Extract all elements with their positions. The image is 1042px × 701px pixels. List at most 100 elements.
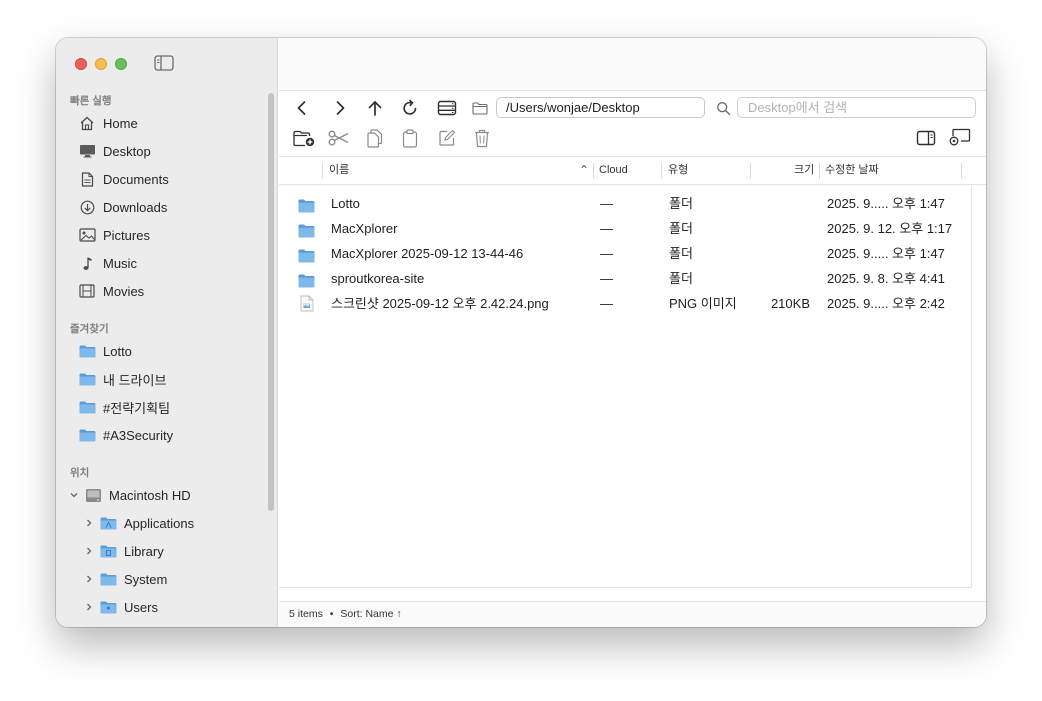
file-modified: 2025. 9..... 오후 2:42	[827, 296, 945, 311]
sidebar-item-users[interactable]: Users	[83, 596, 158, 618]
sidebar-item-applications[interactable]: Applications	[83, 512, 194, 534]
sidebar-item-label: Downloads	[103, 199, 168, 215]
sort-ascending-icon[interactable]: ⌃	[579, 157, 589, 184]
file-name: Lotto	[331, 196, 360, 211]
trash-icon	[475, 129, 489, 147]
table-row[interactable]: Lotto — 폴더 2025. 9..... 오후 1:47	[279, 191, 972, 216]
forward-button[interactable]	[329, 97, 351, 119]
chevron-right-icon[interactable]	[83, 518, 95, 528]
sidebar-item-label: Desktop	[103, 143, 151, 159]
cut-button[interactable]	[328, 127, 350, 149]
preview-panel-button[interactable]	[915, 127, 937, 149]
image-file-icon	[300, 295, 314, 320]
sidebar-item-documents[interactable]: Documents	[78, 168, 169, 190]
file-kind: 폴더	[669, 271, 693, 286]
section-recent: 빠른 실행	[70, 95, 112, 107]
search-input[interactable]: Desktop에서 검색	[737, 97, 976, 118]
sidebar-item-macintosh-hd[interactable]: Macintosh HD	[68, 484, 191, 506]
file-name: MacXplorer 2025-09-12 13-44-46	[331, 246, 524, 261]
file-modified: 2025. 9..... 오후 1:47	[827, 196, 945, 211]
table-row[interactable]: MacXplorer 2025-09-12 13-44-46 — 폴더 2025…	[279, 241, 972, 266]
sort-status: Sort: Name ↑	[340, 608, 402, 620]
sidebar-item-label: Macintosh HD	[109, 487, 191, 503]
scissors-icon	[328, 130, 349, 146]
file-size: 210KB	[770, 296, 810, 311]
chevron-right-icon[interactable]	[83, 602, 95, 612]
sidebar-item-downloads[interactable]: Downloads	[78, 196, 167, 218]
chevron-right-icon	[336, 101, 345, 115]
terminal-button[interactable]	[949, 126, 971, 148]
table-row[interactable]: sproutkorea-site — 폴더 2025. 9. 8. 오후 4:4…	[279, 266, 972, 291]
delete-button[interactable]	[471, 127, 493, 149]
music-note-icon	[78, 255, 96, 271]
refresh-icon	[403, 99, 417, 115]
sidebar-item-home[interactable]: Home	[78, 112, 138, 134]
new-folder-button[interactable]	[293, 127, 315, 149]
sidebar-item-strategy-team[interactable]: #전략기획팀	[78, 396, 170, 418]
view-mode-button[interactable]	[436, 97, 458, 119]
column-kind[interactable]: 유형	[668, 157, 688, 184]
file-kind: 폴더	[669, 246, 693, 261]
sidebar-item-pictures[interactable]: Pictures	[78, 224, 150, 246]
table-row[interactable]: MacXplorer — 폴더 2025. 9. 12. 오후 1:17	[279, 216, 972, 241]
document-icon	[78, 171, 96, 187]
column-size[interactable]: 크기	[794, 157, 814, 184]
chevron-right-icon[interactable]	[83, 546, 95, 556]
path-input[interactable]: /Users/wonjae/Desktop	[496, 97, 705, 118]
folder-icon	[78, 399, 96, 415]
copy-button[interactable]	[364, 127, 386, 149]
zoom-button[interactable]	[115, 58, 127, 70]
rename-button[interactable]	[436, 127, 458, 149]
chevron-left-icon	[297, 101, 306, 115]
sidebar-item-label: Lotto	[103, 343, 132, 359]
file-name: 스크린샷 2025-09-12 오후 2.42.24.png	[331, 296, 549, 311]
column-cloud[interactable]: Cloud	[599, 157, 628, 184]
close-button[interactable]	[75, 58, 87, 70]
file-modified: 2025. 9..... 오후 1:47	[827, 246, 945, 261]
table-row[interactable]: 스크린샷 2025-09-12 오후 2.42.24.png — PNG 이미지…	[279, 291, 972, 316]
column-name[interactable]: 이름	[329, 157, 349, 184]
file-cloud: —	[600, 221, 613, 236]
sidebar-item-desktop[interactable]: Desktop	[78, 140, 151, 162]
clipboard-icon	[402, 128, 418, 148]
section-locations: 위치	[70, 467, 90, 479]
hard-drive-icon	[84, 487, 102, 503]
sidebar-item-label: #전략기획팀	[103, 400, 171, 416]
file-cloud: —	[600, 196, 613, 211]
file-modified: 2025. 9. 12. 오후 1:17	[827, 221, 953, 236]
sidebar-scrollbar[interactable]	[268, 93, 274, 511]
sidebar-item-movies[interactable]: Movies	[78, 280, 144, 302]
sidebar-item-music[interactable]: Music	[78, 252, 137, 274]
file-cloud: —	[600, 271, 613, 286]
terminal-window-icon	[949, 128, 971, 146]
file-kind: PNG 이미지	[669, 296, 737, 311]
up-button[interactable]	[364, 97, 386, 119]
sidebar-item-label: Movies	[103, 283, 145, 299]
file-cloud: —	[600, 246, 613, 261]
minimize-button[interactable]	[95, 58, 107, 70]
folder-icon	[99, 599, 117, 615]
sidebar-item-label: #A3Security	[103, 427, 174, 443]
sidebar-item-label: Music	[103, 255, 137, 271]
title-bar	[279, 38, 986, 91]
sidebar-toggle-icon[interactable]	[154, 55, 174, 71]
sidebar-item-label: Users	[124, 599, 158, 615]
refresh-button[interactable]	[399, 97, 421, 119]
sidebar-item-my-drive[interactable]: 내 드라이브	[78, 368, 166, 390]
sidebar: 빠른 실행 Home Desktop Documents Downloads P…	[56, 38, 278, 627]
chevron-down-icon[interactable]	[68, 490, 80, 500]
sidebar-item-lotto[interactable]: Lotto	[78, 340, 132, 362]
sidebar-item-label: Applications	[124, 515, 195, 531]
column-header: 이름 ⌃ Cloud 유형 크기 수정한 날짜	[279, 156, 986, 185]
sidebar-item-library[interactable]: Library	[83, 540, 164, 562]
column-modified[interactable]: 수정한 날짜	[825, 157, 879, 184]
file-name: sproutkorea-site	[331, 271, 425, 286]
sidebar-item-a3security[interactable]: #A3Security	[78, 424, 173, 446]
back-button[interactable]	[291, 97, 313, 119]
sidebar-item-system[interactable]: System	[83, 568, 167, 590]
chevron-right-icon[interactable]	[83, 574, 95, 584]
paste-button[interactable]	[399, 127, 421, 149]
sidebar-item-label: System	[124, 571, 168, 587]
search-icon	[712, 97, 734, 119]
edit-icon	[439, 129, 456, 146]
